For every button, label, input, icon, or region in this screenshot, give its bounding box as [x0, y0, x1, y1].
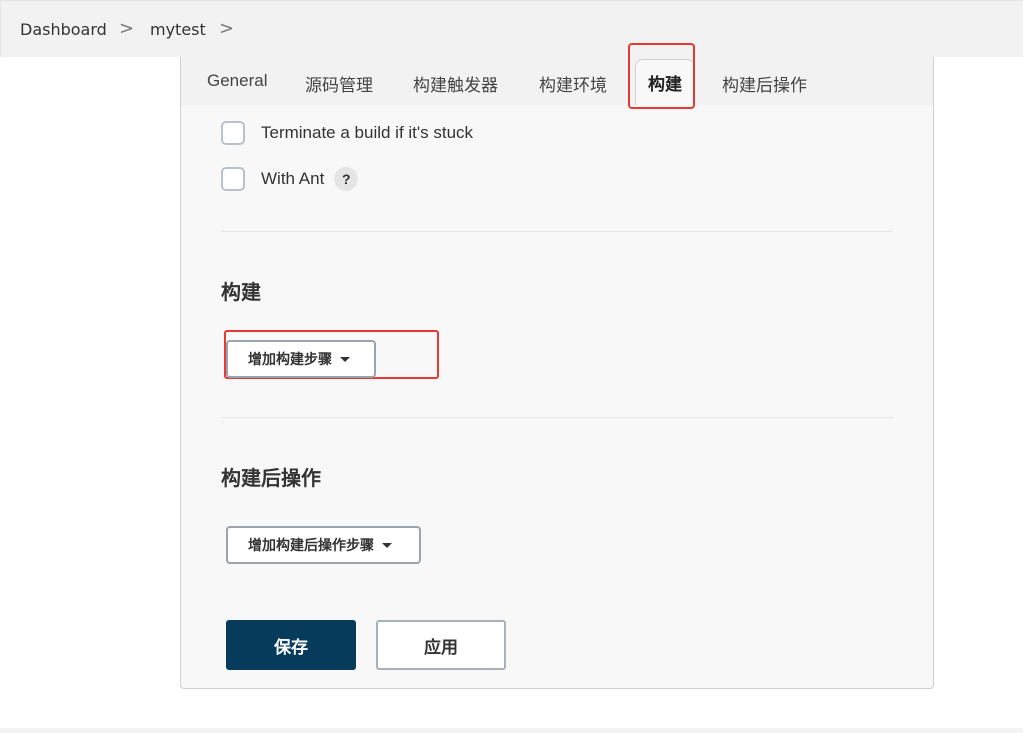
- add-build-step-button[interactable]: 增加构建步骤: [226, 340, 376, 378]
- add-post-build-step-button[interactable]: 增加构建后操作步骤: [226, 526, 421, 564]
- option-with-ant: With Ant ?: [221, 167, 359, 191]
- footer-divider: [0, 728, 1023, 733]
- add-post-build-step-label: 增加构建后操作步骤: [248, 538, 374, 554]
- tab-build-triggers[interactable]: 构建触发器: [413, 71, 498, 96]
- help-icon[interactable]: ?: [334, 167, 359, 191]
- tab-post-build-actions[interactable]: 构建后操作: [722, 71, 807, 96]
- breadcrumb-separator: >: [119, 18, 135, 39]
- caret-down-icon: [382, 542, 392, 548]
- terminate-stuck-checkbox[interactable]: [221, 121, 245, 145]
- breadcrumb: Dashboard > mytest >: [0, 0, 1023, 57]
- breadcrumb-separator[interactable]: >: [219, 18, 234, 39]
- apply-button[interactable]: 应用: [376, 620, 506, 670]
- with-ant-checkbox[interactable]: [221, 167, 245, 191]
- tab-general[interactable]: General: [207, 71, 267, 91]
- tab-highlight-box: [628, 43, 695, 109]
- breadcrumb-mytest-link[interactable]: mytest: [150, 20, 206, 39]
- add-build-step-label: 增加构建步骤: [248, 352, 332, 368]
- terminate-stuck-label[interactable]: Terminate a build if it's stuck: [261, 123, 473, 143]
- save-button[interactable]: 保存: [226, 620, 356, 670]
- tab-source-management[interactable]: 源码管理: [305, 71, 373, 96]
- tab-build-environment[interactable]: 构建环境: [539, 71, 607, 96]
- build-section-title: 构建: [221, 280, 261, 304]
- section-divider: [221, 417, 893, 418]
- section-divider: [221, 231, 893, 232]
- breadcrumb-dashboard-link[interactable]: Dashboard: [20, 20, 107, 39]
- config-tabs: General 源码管理 构建触发器 构建环境 构建 构建后操作: [181, 57, 933, 105]
- caret-down-icon: [340, 356, 350, 362]
- option-terminate-stuck: Terminate a build if it's stuck: [221, 121, 473, 145]
- post-build-section-title: 构建后操作: [221, 466, 321, 490]
- with-ant-label[interactable]: With Ant: [261, 169, 324, 189]
